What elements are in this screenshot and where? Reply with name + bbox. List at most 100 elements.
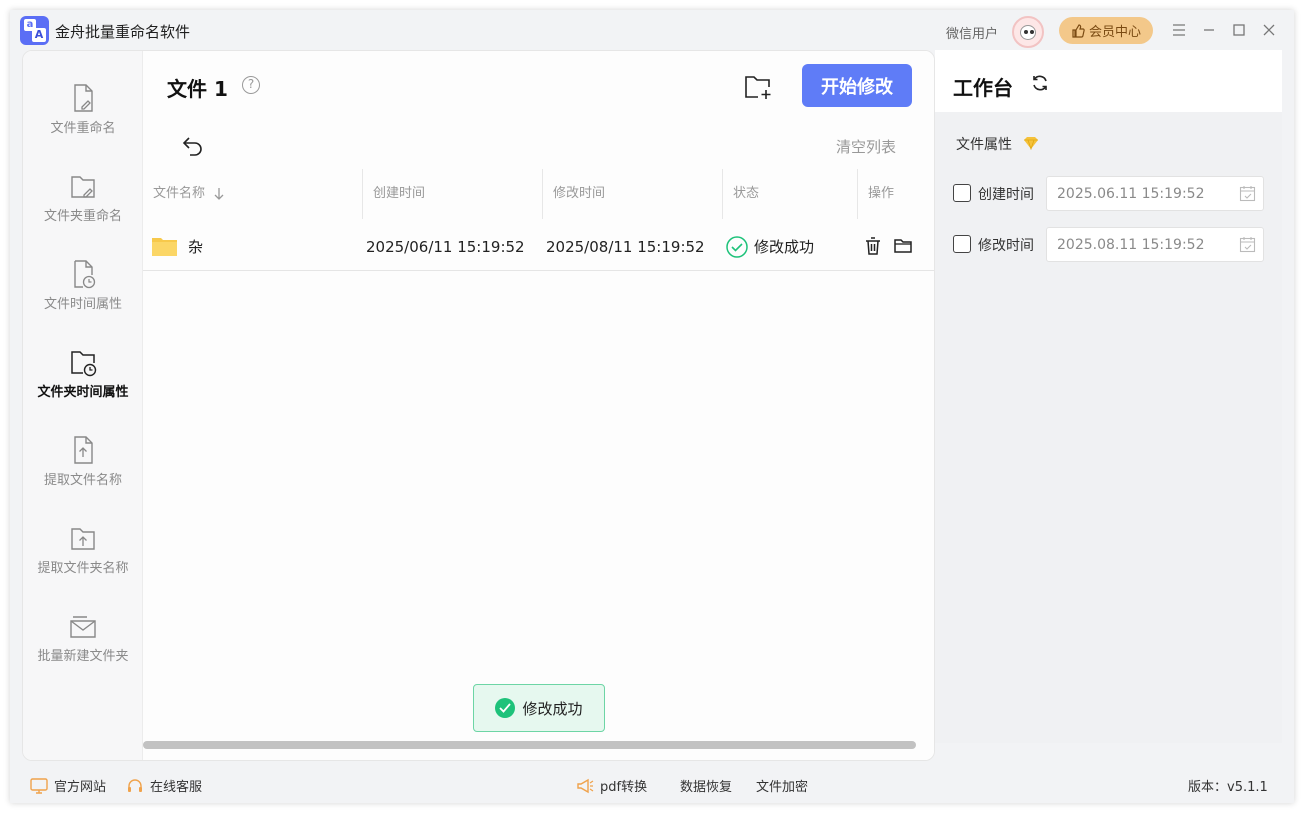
online-support-label: 在线客服 bbox=[150, 780, 203, 795]
workbench-header: 工作台 bbox=[935, 50, 1282, 112]
sidebar-item-extract-folder-name[interactable]: 提取文件夹名称 bbox=[23, 523, 143, 593]
menu-icon[interactable] bbox=[1170, 21, 1188, 39]
column-header-created: 创建时间 bbox=[373, 186, 426, 201]
column-header-actions: 操作 bbox=[868, 186, 895, 201]
check-circle-icon bbox=[495, 698, 516, 718]
folder-icon bbox=[152, 238, 177, 256]
created-time-checkbox[interactable] bbox=[953, 184, 971, 202]
column-header-modified: 修改时间 bbox=[553, 186, 606, 201]
app-title: 金舟批量重命名软件 bbox=[55, 23, 191, 41]
column-divider[interactable] bbox=[542, 169, 543, 219]
file-clock-icon bbox=[74, 260, 96, 289]
sidebar-item-label: 提取文件名称 bbox=[43, 473, 122, 488]
refresh-icon[interactable] bbox=[1031, 74, 1049, 92]
version-label: 版本：v5.1.1 bbox=[1188, 780, 1268, 795]
user-avatar[interactable] bbox=[1012, 16, 1044, 48]
sidebar-item-file-time[interactable]: 文件时间属性 bbox=[23, 259, 143, 329]
add-folder-icon[interactable] bbox=[743, 73, 773, 101]
undo-icon[interactable] bbox=[181, 133, 205, 157]
modified-time-label: 修改时间 bbox=[978, 238, 1034, 254]
avatar-eye bbox=[1030, 30, 1034, 34]
sidebar-item-folder-time[interactable]: 文件夹时间属性 bbox=[23, 347, 143, 417]
toast-message: 修改成功 bbox=[522, 699, 583, 718]
sidebar-item-file-rename[interactable]: 文件重命名 bbox=[23, 83, 143, 153]
column-divider[interactable] bbox=[362, 169, 363, 219]
file-attributes-label: 文件属性 bbox=[956, 137, 1012, 153]
pdf-convert-link[interactable]: pdf转换 bbox=[576, 776, 647, 795]
success-toast: 修改成功 bbox=[473, 684, 605, 732]
start-modify-button[interactable]: 开始修改 bbox=[802, 64, 912, 107]
folder-edit-icon bbox=[71, 176, 95, 198]
clear-list-button[interactable]: 清空列表 bbox=[836, 136, 896, 157]
folder-mail-icon bbox=[70, 616, 96, 638]
table-header: 文件名称 创建时间 修改时间 状态 操作 bbox=[143, 169, 934, 219]
workbench-title: 工作台 bbox=[953, 76, 1013, 100]
official-website-link[interactable]: 官方网站 bbox=[30, 776, 106, 795]
help-icon[interactable]: ? bbox=[242, 76, 260, 94]
status-cell: 修改成功 bbox=[754, 238, 815, 256]
app-logo-icon: a A bbox=[20, 16, 49, 45]
success-check-icon bbox=[726, 236, 748, 258]
modified-time-checkbox[interactable] bbox=[953, 235, 971, 253]
file-list-area: 文件 1 ? 开始修改 清空列表 文件名称 创建时间 修改时间 状态 操作 杂 … bbox=[143, 51, 934, 760]
file-edit-icon bbox=[74, 84, 93, 112]
sidebar-item-folder-rename[interactable]: 文件夹重命名 bbox=[23, 171, 143, 241]
open-folder-icon[interactable] bbox=[893, 236, 913, 256]
vip-center-label: 会员中心 bbox=[1088, 25, 1141, 40]
main-panel: 文件重命名 文件夹重命名 文件时间属性 文件夹时间属性 提取文件名称 提取文件夹… bbox=[22, 50, 935, 761]
column-divider[interactable] bbox=[722, 169, 723, 219]
created-time-cell: 2025/06/11 15:19:52 bbox=[366, 238, 525, 256]
sidebar-item-label: 文件夹时间属性 bbox=[37, 385, 129, 400]
created-time-row: 创建时间 bbox=[953, 176, 1273, 212]
calendar-icon[interactable] bbox=[1239, 185, 1256, 202]
thumbs-up-icon bbox=[1072, 23, 1085, 38]
sidebar-item-label: 文件重命名 bbox=[50, 121, 116, 136]
file-encrypt-link[interactable]: 文件加密 bbox=[756, 776, 808, 795]
sidebar-item-batch-new-folder[interactable]: 批量新建文件夹 bbox=[23, 611, 143, 681]
online-support-link[interactable]: 在线客服 bbox=[126, 776, 202, 795]
minimize-icon[interactable] bbox=[1200, 21, 1218, 39]
delete-icon[interactable] bbox=[863, 236, 883, 256]
horizontal-scrollbar[interactable] bbox=[143, 741, 916, 749]
megaphone-icon bbox=[577, 778, 594, 793]
data-recovery-link[interactable]: 数据恢复 bbox=[680, 776, 732, 795]
modified-time-input[interactable] bbox=[1046, 227, 1264, 262]
vip-center-button[interactable]: 会员中心 bbox=[1059, 17, 1153, 44]
column-header-status: 状态 bbox=[733, 186, 760, 201]
user-name[interactable]: 微信用户 bbox=[946, 23, 998, 42]
headset-icon bbox=[128, 778, 142, 792]
modified-time-cell: 2025/08/11 15:19:52 bbox=[546, 238, 705, 256]
created-time-input[interactable] bbox=[1046, 176, 1264, 211]
workbench-panel: 工作台 文件属性 创建时间 修改时间 bbox=[935, 50, 1282, 743]
app-window: a A 金舟批量重命名软件 微信用户 会员中心 文件重命名 文件夹重命名 文件时… bbox=[10, 10, 1294, 803]
avatar-eye bbox=[1024, 30, 1028, 34]
sidebar-item-extract-file-name[interactable]: 提取文件名称 bbox=[23, 435, 143, 505]
title-bar: a A 金舟批量重命名软件 微信用户 会员中心 bbox=[10, 10, 1294, 52]
table-row[interactable]: 杂 2025/06/11 15:19:52 2025/08/11 15:19:5… bbox=[143, 223, 934, 271]
modified-time-row: 修改时间 bbox=[953, 227, 1273, 263]
monitor-icon bbox=[30, 777, 48, 794]
calendar-icon[interactable] bbox=[1239, 236, 1256, 253]
page-title: 文件 1 bbox=[167, 77, 228, 101]
file-upload-icon bbox=[74, 436, 93, 464]
folder-upload-icon bbox=[71, 528, 95, 550]
sidebar-item-label: 提取文件夹名称 bbox=[37, 561, 129, 576]
sidebar: 文件重命名 文件夹重命名 文件时间属性 文件夹时间属性 提取文件名称 提取文件夹… bbox=[23, 51, 143, 760]
vip-diamond-icon bbox=[1024, 137, 1038, 150]
sort-arrow-icon[interactable] bbox=[213, 187, 225, 201]
pdf-convert-label: pdf转换 bbox=[600, 780, 648, 795]
close-icon[interactable] bbox=[1260, 21, 1278, 39]
sidebar-item-label: 文件时间属性 bbox=[43, 297, 122, 312]
official-website-label: 官方网站 bbox=[54, 780, 107, 795]
folder-clock-icon bbox=[71, 351, 97, 377]
logo-letter-large: A bbox=[32, 28, 46, 42]
footer-bar: 官方网站 在线客服 pdf转换 数据恢复 文件加密 版本：v5.1.1 bbox=[10, 765, 1294, 803]
maximize-icon[interactable] bbox=[1230, 21, 1248, 39]
column-header-name[interactable]: 文件名称 bbox=[153, 169, 225, 219]
column-divider[interactable] bbox=[857, 169, 858, 219]
file-name-cell: 杂 bbox=[188, 238, 204, 256]
column-header-label: 文件名称 bbox=[153, 186, 206, 201]
sidebar-item-label: 文件夹重命名 bbox=[43, 209, 122, 224]
sidebar-item-label: 批量新建文件夹 bbox=[37, 649, 129, 664]
created-time-label: 创建时间 bbox=[978, 187, 1034, 203]
